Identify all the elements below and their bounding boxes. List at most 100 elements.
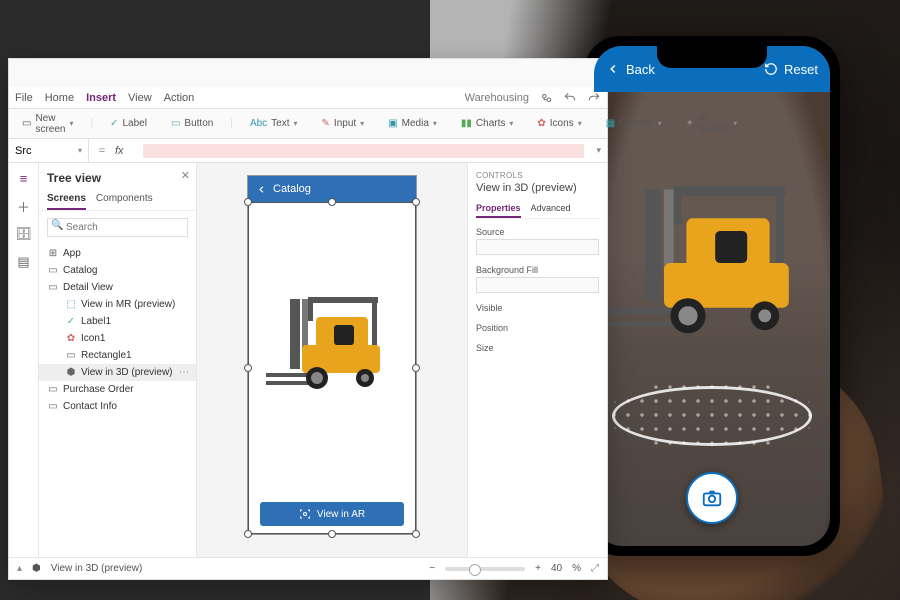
more-icon[interactable]: ⋯ <box>179 367 190 378</box>
insert-text-menu[interactable]: AbcText▾ <box>243 115 305 132</box>
prop-visible-label: Visible <box>476 303 599 313</box>
editor-window: File Home Insert View Action Warehousing… <box>8 58 608 580</box>
tab-screens[interactable]: Screens <box>47 189 86 210</box>
resize-handle[interactable] <box>412 198 420 206</box>
phone-back-button[interactable]: Back <box>606 62 655 77</box>
search-input[interactable] <box>47 218 188 237</box>
insert-custom-label: Custom <box>619 118 653 129</box>
zoom-out-button[interactable]: − <box>429 563 435 574</box>
properties-title: View in 3D (preview) <box>476 182 599 194</box>
rail-insert-button[interactable]: ＋ <box>15 197 33 215</box>
canvas-header-label: Catalog <box>273 183 311 195</box>
ar-floor-ring <box>612 386 812 446</box>
screen-icon: ▭ <box>47 384 59 395</box>
chevron-down-icon[interactable]: ▴ <box>17 563 22 574</box>
insert-text-label: Text <box>271 118 289 129</box>
new-screen-button[interactable]: ▭ New screen ▾ <box>15 110 80 138</box>
search-icon: 🔍 <box>51 220 63 231</box>
app-checker-icon[interactable] <box>539 91 553 105</box>
text-icon: Abc <box>250 118 267 129</box>
zoom-in-button[interactable]: + <box>535 563 541 574</box>
chevron-left-icon <box>606 62 620 76</box>
resize-handle[interactable] <box>244 198 252 206</box>
resize-handle[interactable] <box>244 364 252 372</box>
tree-node-rect1[interactable]: ▭Rectangle1 <box>39 347 196 364</box>
menu-action[interactable]: Action <box>164 92 195 104</box>
phone-reset-button[interactable]: Reset <box>764 62 818 77</box>
label-icon: ✓ <box>110 118 118 129</box>
menubar: File Home Insert View Action Warehousing <box>9 87 607 109</box>
tree-node-icon1[interactable]: ✿Icon1 <box>39 330 196 347</box>
resize-handle[interactable] <box>244 530 252 538</box>
tree-pane: ✕ Tree view Screens Components 🔍 ⊞App ▭C… <box>39 163 197 557</box>
insert-input-menu[interactable]: ✎Input▾ <box>315 115 372 132</box>
resize-handle[interactable] <box>412 364 420 372</box>
insert-charts-menu[interactable]: ▮▮Charts▾ <box>454 115 520 132</box>
prop-position-label: Position <box>476 323 599 333</box>
rail-data-button[interactable]: 🗄 <box>15 225 33 243</box>
menu-file[interactable]: File <box>15 92 33 104</box>
formula-bar: Src▾ = fx ▾ <box>9 139 607 163</box>
menu-insert[interactable]: Insert <box>86 92 116 104</box>
prop-source-input[interactable] <box>476 239 599 255</box>
insert-media-menu[interactable]: ▣Media▾ <box>381 115 444 132</box>
tab-components[interactable]: Components <box>96 189 153 210</box>
insert-custom-menu[interactable]: ▦Custom▾ <box>599 115 669 132</box>
tab-advanced[interactable]: Advanced <box>531 200 571 218</box>
rail-media-button[interactable]: ▤ <box>15 253 33 271</box>
left-rail: ≡ ＋ 🗄 ▤ <box>9 163 39 557</box>
camera-icon <box>701 487 723 509</box>
tree-node-app[interactable]: ⊞App <box>39 245 196 262</box>
tree-node-catalog[interactable]: ▭Catalog <box>39 262 196 279</box>
new-screen-label: New screen <box>35 113 65 135</box>
app-name-label: Warehousing <box>465 92 529 104</box>
phone-notch <box>657 46 767 68</box>
chevron-down-icon[interactable]: ▾ <box>590 145 607 156</box>
menu-view[interactable]: View <box>128 92 152 104</box>
image-icon: ▤ <box>17 254 29 270</box>
fit-screen-button[interactable]: ⤢ <box>591 563 599 574</box>
resize-handle[interactable] <box>328 530 336 538</box>
tree-node-view3d[interactable]: ⬢View in 3D (preview)⋯ <box>39 364 196 381</box>
redo-icon[interactable] <box>587 91 601 105</box>
resize-handle[interactable] <box>412 530 420 538</box>
rectangle-icon: ▭ <box>65 350 77 361</box>
database-icon: 🗄 <box>15 226 32 242</box>
resize-handle[interactable] <box>328 198 336 206</box>
label-icon: ✓ <box>65 316 77 327</box>
insert-icons-label: Icons <box>550 118 574 129</box>
insert-icons-menu[interactable]: ✿Icons▾ <box>530 115 588 132</box>
prop-bgfill-input[interactable] <box>476 277 599 293</box>
canvas-area[interactable]: Catalog View in <box>197 163 467 557</box>
charts-icon: ▮▮ <box>461 118 472 129</box>
insert-button-button[interactable]: ▭ Button <box>164 115 220 132</box>
insert-charts-label: Charts <box>476 118 505 129</box>
insert-toolbar: ▭ New screen ▾ | ✓ Label ▭ Button | AbcT… <box>9 109 607 139</box>
rail-tree-button[interactable]: ≡ <box>15 169 33 187</box>
zoom-slider[interactable] <box>445 567 525 571</box>
phone-back-label: Back <box>626 62 655 77</box>
insert-label-button[interactable]: ✓ Label <box>103 115 154 132</box>
property-selector[interactable]: Src▾ <box>9 139 89 162</box>
screen-icon: ▭ <box>47 265 59 276</box>
tree-node-contact[interactable]: ▭Contact Info <box>39 398 196 415</box>
tree-node-view-mr[interactable]: ⬚View in MR (preview) <box>39 296 196 313</box>
status-selection-label: View in 3D (preview) <box>51 563 143 574</box>
tab-properties[interactable]: Properties <box>476 200 521 218</box>
prop-bgfill-label: Background Fill <box>476 265 599 275</box>
phone-reset-label: Reset <box>784 62 818 77</box>
reset-icon <box>764 62 778 76</box>
icon-icon: ✿ <box>65 333 77 344</box>
undo-icon[interactable] <box>563 91 577 105</box>
phone-shutter-button[interactable] <box>686 472 738 524</box>
close-icon[interactable]: ✕ <box>181 169 190 182</box>
phone-ar-scene <box>594 92 830 546</box>
tree-node-label1[interactable]: ✓Label1 <box>39 313 196 330</box>
insert-label-text: Label <box>122 118 146 129</box>
tree-node-po[interactable]: ▭Purchase Order <box>39 381 196 398</box>
menu-home[interactable]: Home <box>45 92 74 104</box>
formula-input[interactable] <box>143 144 584 158</box>
tree-node-detail[interactable]: ▭Detail View <box>39 279 196 296</box>
icons-icon: ✿ <box>537 118 545 129</box>
insert-aibuilder-menu[interactable]: ✦AI Builder▾ <box>679 110 745 138</box>
